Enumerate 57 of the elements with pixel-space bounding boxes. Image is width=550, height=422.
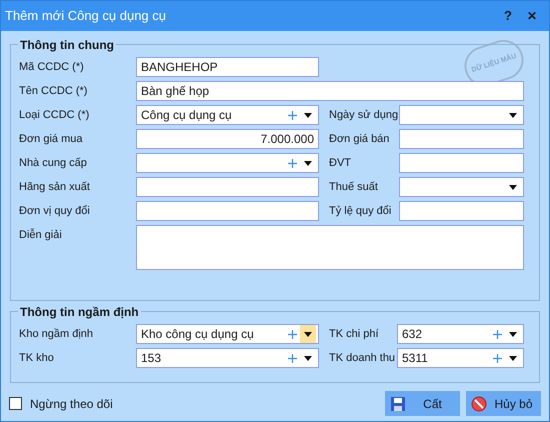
caret-icon: [509, 112, 517, 118]
text-field[interactable]: [136, 177, 319, 197]
field-label: TK kho: [18, 351, 55, 366]
plus-icon: [288, 354, 296, 362]
text-field[interactable]: [399, 153, 524, 173]
field-label: Mã CCDC (*): [18, 60, 85, 75]
save-button[interactable]: Cất: [385, 391, 460, 416]
caret-icon: [304, 332, 312, 336]
plus-icon: [492, 354, 502, 362]
text-field[interactable]: [399, 201, 524, 221]
field-label: Ngày sử dụng: [328, 108, 399, 123]
cancel-icon: [471, 396, 487, 412]
dropdown-button[interactable]: [300, 325, 316, 343]
plus-icon: [288, 330, 296, 338]
plus-icon: [288, 158, 296, 168]
checkbox-label: Ngừng theo dõi: [30, 396, 113, 412]
caret-icon: [509, 332, 517, 336]
field-label: Kho ngầm định: [18, 327, 94, 342]
dropdown-field[interactable]: [399, 105, 524, 125]
field-label: Thuế suất: [328, 180, 379, 195]
field-label: Tên CCDC (*): [18, 84, 88, 99]
field-label: Diễn giải: [18, 228, 63, 243]
lookup-field[interactable]: 153: [136, 348, 319, 368]
field-label: Hãng sản xuất: [18, 180, 91, 195]
checkbox[interactable]: [9, 397, 22, 410]
field-label: TK doanh thu: [328, 351, 396, 366]
close-button[interactable]: ✕: [525, 7, 539, 25]
text-field[interactable]: [399, 129, 524, 149]
field-label: Tỷ lệ quy đổi: [328, 204, 392, 219]
cancel-button[interactable]: Hủy bỏ: [466, 391, 541, 416]
caret-icon: [509, 356, 517, 360]
caret-icon: [304, 112, 312, 118]
field-label: TK chi phí: [328, 327, 380, 342]
lookup-field[interactable]: Kho công cụ dụng cụ: [136, 324, 319, 344]
dropdown-field[interactable]: [399, 177, 524, 197]
text-field[interactable]: Bàn ghế họp: [136, 81, 524, 101]
field-label: Nhà cung cấp: [18, 156, 88, 171]
plus-icon: [288, 110, 296, 120]
help-button[interactable]: ?: [501, 6, 515, 26]
window-title: Thêm mới Công cụ dụng cụ: [5, 7, 167, 26]
field-label: Đơn giá mua: [18, 132, 84, 147]
field-label: Đơn vị quy đổi: [18, 204, 91, 219]
plus-icon: [492, 330, 502, 338]
field-label: ĐVT: [328, 156, 352, 171]
lookup-field[interactable]: Công cụ dụng cụ: [136, 105, 319, 125]
field-label: Loại CCDC (*): [18, 108, 90, 123]
caret-icon: [509, 184, 517, 190]
lookup-field[interactable]: 5311: [397, 348, 524, 368]
text-area[interactable]: [136, 225, 524, 270]
caret-icon: [304, 356, 312, 360]
text-field[interactable]: BANGHEHOP: [136, 57, 319, 77]
lookup-field[interactable]: 632: [397, 324, 524, 344]
field-label: Đơn giá bán: [328, 132, 390, 147]
text-field[interactable]: 7.000.000: [136, 129, 319, 149]
caret-icon: [304, 160, 312, 166]
lookup-field[interactable]: [136, 153, 319, 173]
text-field[interactable]: [136, 201, 319, 221]
